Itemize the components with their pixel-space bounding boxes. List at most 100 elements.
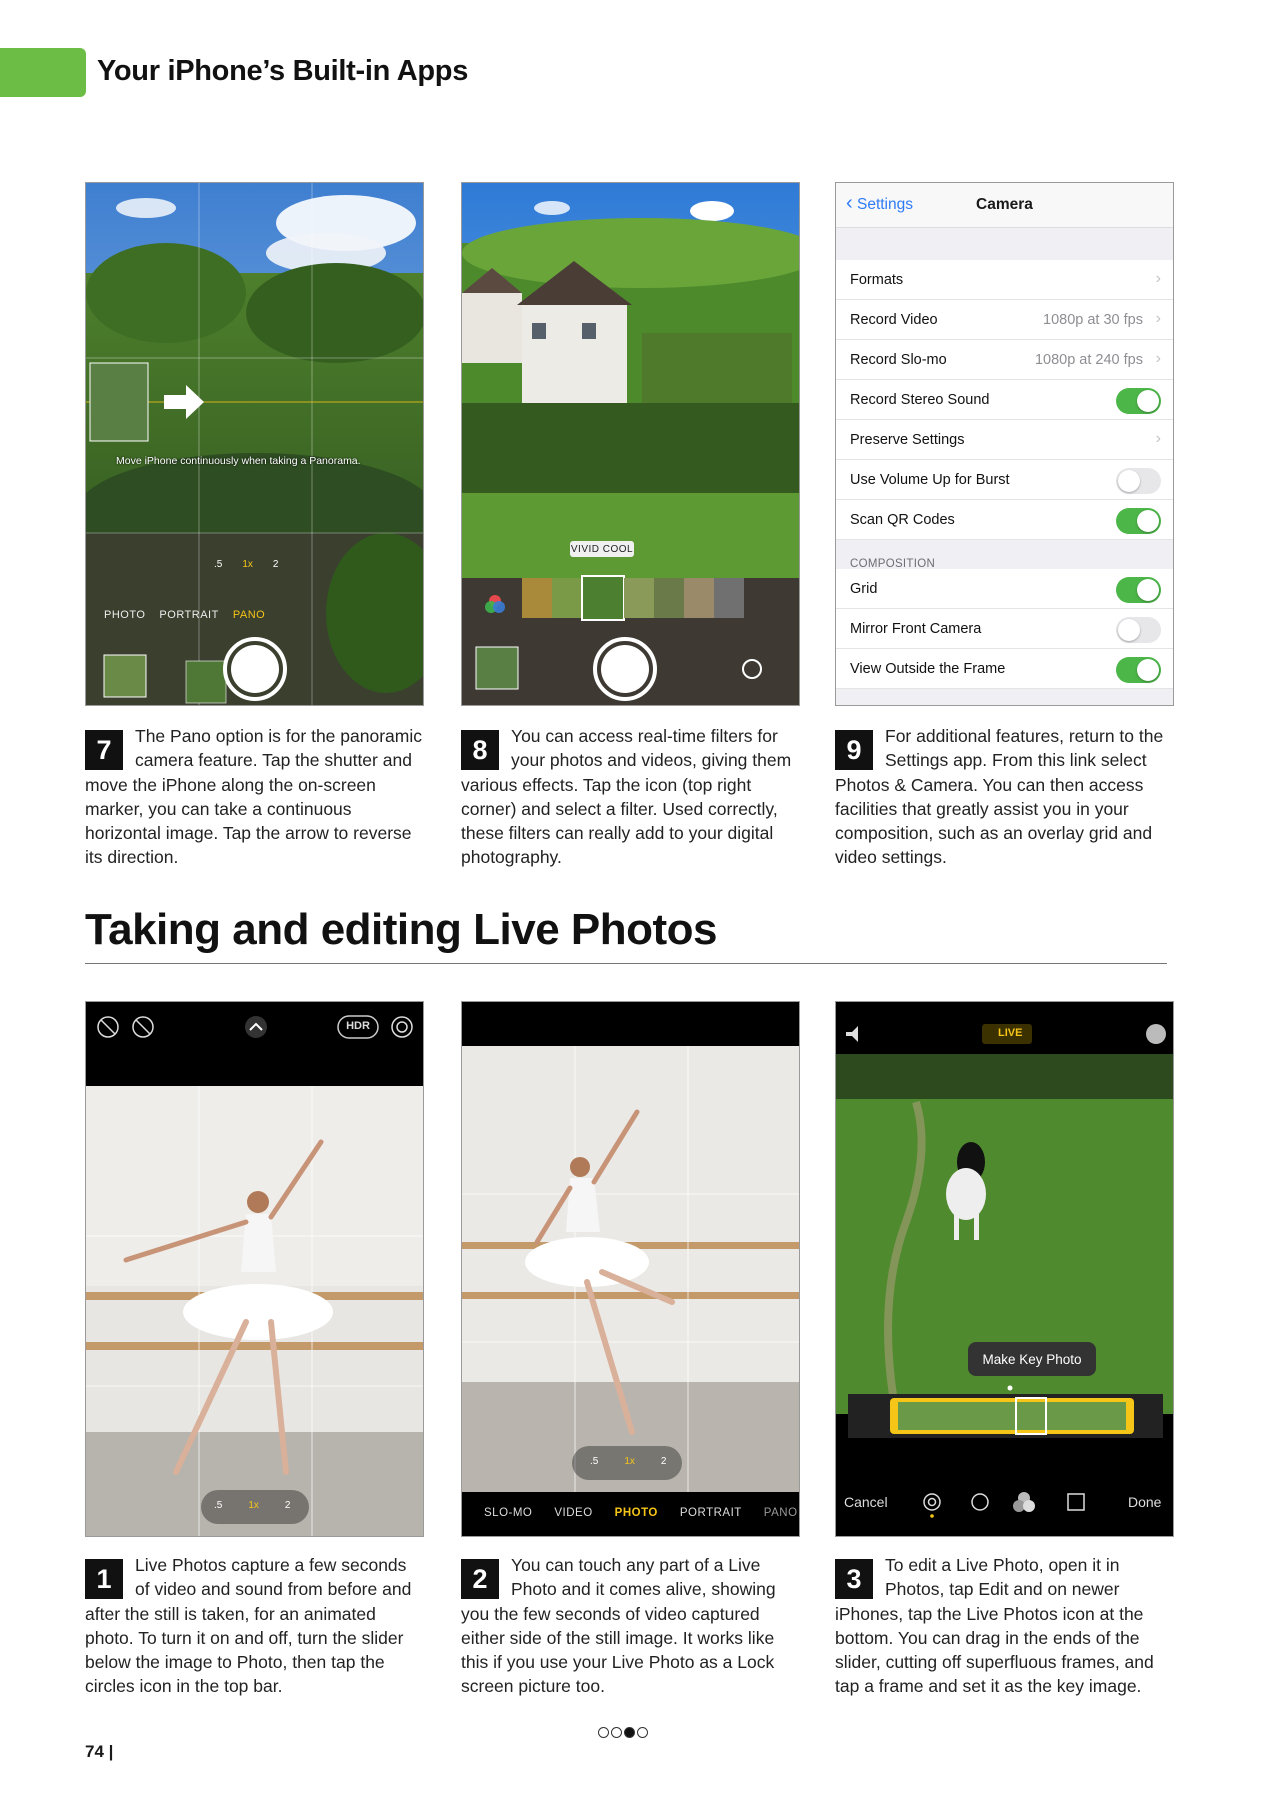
step-number: 7 (85, 730, 123, 770)
settings-row-label: Scan QR Codes (850, 512, 955, 528)
settings-row[interactable]: Grid (836, 569, 1173, 609)
mode-portrait[interactable]: PORTRAIT (680, 1507, 742, 1519)
settings-row-label: Grid (850, 581, 878, 597)
caption-step-1: 1 Live Photos capture a few seconds of v… (85, 1553, 425, 1699)
zoom-half[interactable]: .5 (214, 1500, 222, 1511)
mode-portrait[interactable]: PORTRAIT (159, 609, 218, 621)
pano-zoom-controls[interactable]: .5 1x 2 (214, 559, 278, 570)
page-dot (637, 1727, 648, 1738)
chevron-left-icon: ‹ (846, 192, 853, 214)
settings-row[interactable]: Record Stereo Sound (836, 380, 1173, 420)
zoom-controls[interactable]: .5 1x 2 (214, 1500, 290, 1511)
settings-group-main: Formats › Record Video 1080p at 30 fps › Reco… (836, 260, 1173, 540)
zoom-1x[interactable]: 1x (242, 559, 253, 570)
edit-live-photo-screenshot: LIVE Make Key Photo Cancel Done (835, 1001, 1174, 1537)
settings-row-value: 1080p at 30 fps (1043, 312, 1143, 328)
pano-hint-text: Move iPhone continuously when taking a P… (116, 455, 361, 467)
toggle-switch[interactable] (1116, 617, 1161, 643)
zoom-controls[interactable]: .5 1x 2 (590, 1456, 666, 1467)
zoom-half[interactable]: .5 (590, 1456, 598, 1467)
back-button[interactable]: ‹ Settings (846, 193, 913, 214)
settings-row-label: Formats (850, 272, 904, 288)
caption-text: You can access real-time filters for you… (461, 726, 792, 868)
toggle-knob (1137, 510, 1159, 532)
toggle-switch[interactable] (1116, 468, 1161, 494)
zoom-2x[interactable]: 2 (661, 1456, 667, 1467)
mode-photo[interactable]: PHOTO (615, 1507, 658, 1519)
settings-navbar: ‹ Settings Camera (836, 183, 1173, 228)
page-dot (598, 1727, 609, 1738)
filters-scene-image (462, 183, 799, 705)
section-color-tab (0, 48, 86, 97)
step-number: 1 (85, 1559, 123, 1599)
settings-row[interactable]: Mirror Front Camera (836, 609, 1173, 649)
zoom-half[interactable]: .5 (214, 559, 222, 570)
mode-video[interactable]: VIDEO (554, 1507, 592, 1519)
settings-row[interactable]: Scan QR Codes (836, 500, 1173, 540)
make-key-photo-tooltip[interactable]: Make Key Photo (968, 1352, 1096, 1367)
mode-pano[interactable]: PANO (764, 1507, 798, 1519)
pano-screenshot: Move iPhone continuously when taking a P… (85, 182, 424, 706)
toggle-knob (1118, 470, 1140, 492)
live-badge[interactable]: LIVE (998, 1027, 1022, 1039)
zoom-1x[interactable]: 1x (624, 1456, 635, 1467)
toggle-switch[interactable] (1116, 577, 1161, 603)
caption-text: For additional features, return to the S… (835, 726, 1164, 868)
dog-field-image (836, 1002, 1173, 1536)
caption-step-7: 7 The Pano option is for the panoramic c… (85, 724, 425, 870)
step-number: 2 (461, 1559, 499, 1599)
toggle-switch[interactable] (1116, 388, 1161, 414)
hdr-button[interactable]: HDR (338, 1020, 378, 1032)
caption-text: To edit a Live Photo, open it in Photos,… (835, 1555, 1154, 1697)
mode-slo-mo[interactable]: SLO-MO (484, 1507, 532, 1519)
mode-photo[interactable]: PHOTO (104, 609, 145, 621)
settings-row-value: 1080p at 240 fps (1034, 352, 1143, 368)
section-heading: Taking and editing Live Photos (85, 905, 718, 954)
settings-row[interactable]: Formats › (836, 260, 1173, 300)
pano-mode-strip[interactable]: PHOTO PORTRAIT PANO (104, 609, 265, 621)
settings-row-label: Mirror Front Camera (850, 621, 982, 637)
step-number: 3 (835, 1559, 873, 1599)
settings-row-label: Record Slo-mo (850, 352, 947, 368)
done-button[interactable]: Done (1128, 1494, 1161, 1510)
live-photo-mode-screenshot: .5 1x 2 SLO-MO VIDEO PHOTO PORTRAIT PANO (461, 1001, 800, 1537)
settings-row[interactable]: Record Slo-mo 1080p at 240 fps › (836, 340, 1173, 380)
zoom-2x[interactable]: 2 (273, 559, 279, 570)
filter-name-label: VIVID COOL (570, 544, 634, 555)
mode-pano[interactable]: PANO (233, 609, 265, 621)
camera-mode-strip[interactable]: SLO-MO VIDEO PHOTO PORTRAIT PANO (484, 1507, 798, 1519)
toggle-switch[interactable] (1116, 657, 1161, 683)
page-header-title: Your iPhone’s Built-in Apps (97, 55, 469, 87)
chevron-right-icon: › (1155, 350, 1161, 367)
settings-row-label: Use Volume Up for Burst (850, 472, 1010, 488)
caption-step-3: 3 To edit a Live Photo, open it in Photo… (835, 1553, 1175, 1699)
zoom-1x[interactable]: 1x (248, 1500, 259, 1511)
settings-group-composition: Grid Mirror Front Camera View Outside the … (836, 569, 1173, 689)
step-number: 9 (835, 730, 873, 770)
ballerina-scene-image (86, 1002, 423, 1536)
caption-step-8: 8 You can access real-time filters for y… (461, 724, 801, 870)
settings-row[interactable]: View Outside the Frame (836, 649, 1173, 689)
camera-settings-screenshot: ‹ Settings Camera Formats › Record Video 10… (835, 182, 1174, 706)
settings-row[interactable]: Record Video 1080p at 30 fps › (836, 300, 1173, 340)
toggle-knob (1137, 390, 1159, 412)
settings-row-label: Record Video (850, 312, 938, 328)
pano-scene-image (86, 183, 423, 705)
chevron-right-icon: › (1155, 430, 1161, 447)
caption-text: The Pano option is for the panoramic cam… (85, 726, 422, 868)
chevron-right-icon: › (1155, 270, 1161, 287)
page-dot-active (624, 1727, 635, 1738)
settings-row[interactable]: Preserve Settings › (836, 420, 1173, 460)
caption-step-2: 2 You can touch any part of a Live Photo… (461, 1553, 801, 1699)
settings-row-label: View Outside the Frame (850, 661, 1006, 677)
toggle-switch[interactable] (1116, 508, 1161, 534)
zoom-2x[interactable]: 2 (285, 1500, 291, 1511)
caption-text: You can touch any part of a Live Photo a… (461, 1555, 776, 1697)
live-toggle-screenshot: HDR .5 1x 2 (85, 1001, 424, 1537)
chevron-right-icon: › (1155, 310, 1161, 327)
settings-spacer (836, 228, 1173, 260)
cancel-button[interactable]: Cancel (844, 1494, 888, 1510)
settings-row[interactable]: Use Volume Up for Burst (836, 460, 1173, 500)
toggle-knob (1137, 579, 1159, 601)
settings-title: Camera (976, 196, 1033, 213)
